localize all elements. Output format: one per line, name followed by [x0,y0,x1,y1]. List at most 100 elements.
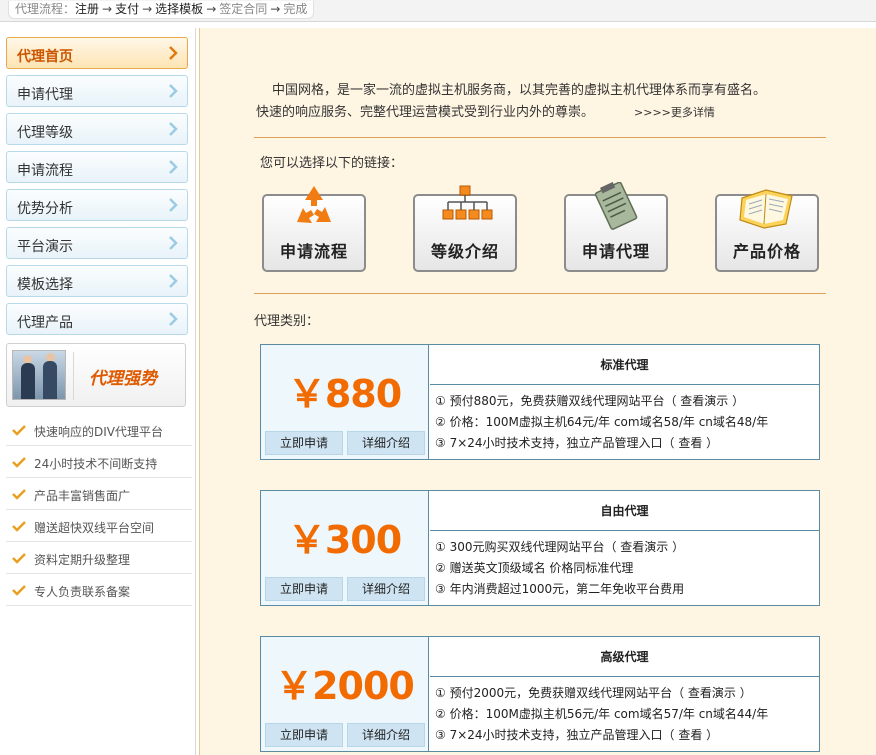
recycle-icon [297,186,331,223]
apply-now-button[interactable]: 立即申请 [265,431,343,455]
quick-link-apply-process[interactable]: 申请流程 [262,186,366,272]
chevron-right-icon [169,198,178,212]
quick-link-label: 申请流程 [279,242,348,261]
sidebar-item-label: 优势分析 [17,201,73,217]
sidebar-item-label: 代理产品 [17,315,73,331]
sidebar-item-label: 代理首页 [17,49,73,65]
plan-card-advanced: ￥2000 立即申请 详细介绍 高级代理 ① 预付2000元，免费获赠双线代理网… [260,636,820,752]
details-button[interactable]: 详细介绍 [347,723,425,747]
apply-now-button[interactable]: 立即申请 [265,577,343,601]
plan-feature-line: ① 300元购买双线代理网站平台（ 查看演示 ） [435,540,685,554]
handshake-photo [12,350,66,400]
chevron-right-icon [169,122,178,136]
clipboard-icon [594,182,638,230]
process-bar: 代理流程：注册 → 支付 → 选择模板 → 签定合同 → 完成 [0,0,876,22]
quick-link-level-intro[interactable]: 等级介绍 [413,185,517,272]
plan-features: ① 预付880元，免费获赠双线代理网站平台（ 查看演示 ） ② 价格：100M虚… [435,391,815,454]
plan-features: ① 预付2000元，免费获赠双线代理网站平台（ 查看演示 ） ② 价格：100M… [435,683,815,746]
sidebar-item-label: 代理等级 [17,125,73,141]
plan-price-panel: ￥880 立即申请 详细介绍 [261,345,429,459]
process-label: 代理流程： [15,2,76,16]
feature-text: 24小时技术不间断支持 [34,457,158,471]
checkmark-icon [12,585,26,596]
arrow-icon: → [206,2,217,16]
arrow-icon: → [270,2,281,16]
checkmark-icon [12,457,26,468]
divider [254,293,826,294]
details-button[interactable]: 详细介绍 [347,431,425,455]
details-button[interactable]: 详细介绍 [347,577,425,601]
step-register: 注册 [75,2,100,16]
chevron-right-icon [169,46,178,60]
list-item: 24小时技术不间断支持 [6,446,192,478]
plan-features: ① 300元购买双线代理网站平台（ 查看演示 ） ② 赠送英文顶级域名 价格同标… [435,537,815,600]
quick-link-label: 产品价格 [732,242,801,261]
promo-banner: 代理强势 [6,343,186,407]
plan-feature-line: ③ 年内消费超过1000元，第二年免收平台费用 [435,582,685,596]
list-item: 赠送超快双线平台空间 [6,510,192,542]
intro-line-2: 快速的响应服务、完整代理运营模式受到行业内外的尊崇。 >>>>更多详情 [256,102,816,124]
notebook-icon [739,189,793,229]
plan-feature-line: ① 预付880元，免费获赠双线代理网站平台（ 查看演示 ） [435,394,745,408]
quick-link-apply-agent[interactable]: 申请代理 [564,182,668,272]
intro-text: 中国网格，是一家一流的虚拟主机服务商，以其完善的虚拟主机代理体系而享有盛名。 快… [256,80,816,124]
hierarchy-icon [442,185,493,220]
quick-link-label: 申请代理 [581,242,650,261]
divider [254,137,826,138]
feature-list: 快速响应的DIV代理平台 24小时技术不间断支持 产品丰富销售面广 赠送超快双线… [6,414,192,606]
plan-title: 自由代理 [430,491,819,531]
plan-card-standard: ￥880 立即申请 详细介绍 标准代理 ① 预付880元，免费获赠双线代理网站平… [260,344,820,460]
sidebar-item-label: 申请代理 [17,87,73,103]
quick-link-label: 等级介绍 [430,242,499,261]
plan-feature-line: ② 价格：100M虚拟主机64元/年 com域名58/年 cn域名48/年 [435,415,769,429]
main-content: 中国网格，是一家一流的虚拟主机服务商，以其完善的虚拟主机代理体系而享有盛名。 快… [199,28,876,755]
checkmark-icon [12,425,26,436]
process-steps: 代理流程：注册 → 支付 → 选择模板 → 签定合同 → 完成 [8,1,315,19]
feature-text: 资料定期升级整理 [34,553,131,567]
more-details-link[interactable]: >>>>更多详情 [634,106,715,119]
sidebar-item-apply-process[interactable]: 申请流程 [6,151,188,183]
checkmark-icon [12,489,26,500]
sidebar-item-label: 平台演示 [17,239,73,255]
quick-link-product-price[interactable]: 产品价格 [715,189,819,272]
feature-text: 赠送超快双线平台空间 [34,521,155,535]
sidebar-item-agent-level[interactable]: 代理等级 [6,113,188,145]
link-hint: 您可以选择以下的链接： [260,156,404,171]
plan-price: ￥880 [287,372,402,416]
step-choose-template: 选择模板 [155,2,204,16]
chevron-right-icon [169,160,178,174]
sidebar-item-platform-demo[interactable]: 平台演示 [6,227,188,259]
plan-feature-line: ② 价格：100M虚拟主机56元/年 com域名57/年 cn域名44/年 [435,707,769,721]
sidebar-item-advantage[interactable]: 优势分析 [6,189,188,221]
sidebar-item-template[interactable]: 模板选择 [6,265,188,297]
step-pay: 支付 [115,2,140,16]
arrow-icon: → [102,2,113,16]
step-sign-contract: 签定合同 [219,2,268,16]
sidebar: 代理首页 申请代理 代理等级 申请流程 优势分析 平台演示 模板选择 代理产品 … [0,28,196,755]
plan-feature-line: ③ 7×24小时技术支持，独立产品管理入口（ 查看 ） [435,728,719,742]
arrow-icon: → [142,2,153,16]
list-item: 产品丰富销售面广 [6,478,192,510]
list-item: 快速响应的DIV代理平台 [6,414,192,446]
plan-card-free: ￥300 立即申请 详细介绍 自由代理 ① 300元购买双线代理网站平台（ 查看… [260,490,820,606]
chevron-right-icon [169,84,178,98]
step-complete: 完成 [283,2,308,16]
feature-text: 专人负责联系备案 [34,585,131,599]
plan-feature-line: ① 预付2000元，免费获赠双线代理网站平台（ 查看演示 ） [435,686,752,700]
plan-price: ￥2000 [275,664,415,708]
chevron-right-icon [169,312,178,326]
plan-price-panel: ￥300 立即申请 详细介绍 [261,491,429,605]
promo-text: 代理强势 [89,369,157,389]
checkmark-icon [12,553,26,564]
intro-line-1: 中国网格，是一家一流的虚拟主机服务商，以其完善的虚拟主机代理体系而享有盛名。 [272,83,767,98]
sidebar-item-label: 申请流程 [17,163,73,179]
sidebar-item-apply-agent[interactable]: 申请代理 [6,75,188,107]
apply-now-button[interactable]: 立即申请 [265,723,343,747]
agent-category-label: 代理类别： [254,314,320,329]
sidebar-item-agent-products[interactable]: 代理产品 [6,303,188,335]
plan-price: ￥300 [287,518,402,562]
sidebar-item-label: 模板选择 [17,277,73,293]
chevron-right-icon [169,236,178,250]
sidebar-item-agent-home[interactable]: 代理首页 [6,37,188,69]
plan-feature-line: ③ 7×24小时技术支持，独立产品管理入口（ 查看 ） [435,436,719,450]
